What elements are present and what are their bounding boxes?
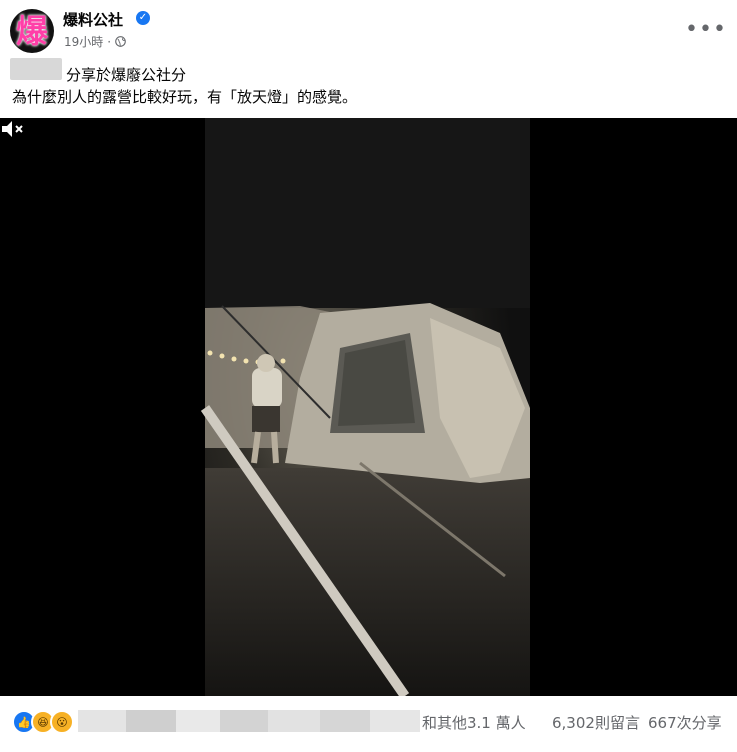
post-header: 爆 爆料公社 ✓ 19小時 · ••• — [0, 0, 737, 60]
page-avatar[interactable]: 爆 — [10, 9, 54, 53]
more-options-button[interactable]: ••• — [685, 14, 726, 44]
avatar-logo-glyph: 爆 — [15, 12, 48, 50]
post-meta: 19小時 · — [64, 33, 126, 50]
reactions-count[interactable]: 和其他3.1 萬人 — [422, 712, 526, 733]
comments-count[interactable]: 6,302則留言 — [552, 712, 640, 733]
reaction-icons[interactable]: 👍 😆 😮 — [12, 710, 74, 734]
video-frame — [200, 118, 530, 696]
volume-muted-icon[interactable] — [0, 118, 26, 140]
verified-badge-icon: ✓ — [136, 11, 150, 25]
post-footer: 👍 😆 😮 和其他3.1 萬人 6,302則留言 667次分享 — [0, 700, 737, 752]
page-name-link[interactable]: 爆料公社 — [63, 9, 123, 30]
post-caption: 為什麼別人的露營比較好玩，有「放天燈」的感覺。 — [12, 88, 358, 106]
globe-icon — [115, 36, 126, 47]
blurred-reactor-names — [78, 710, 420, 732]
wow-icon: 😮 — [50, 710, 74, 734]
shares-count[interactable]: 667次分享 — [648, 712, 722, 733]
shared-from-text: 分享於爆廢公社分 — [66, 66, 187, 84]
post-timestamp[interactable]: 19小時 — [64, 33, 103, 50]
blurred-user-name — [10, 58, 62, 80]
video-player[interactable] — [0, 118, 737, 696]
meta-separator: · — [107, 34, 112, 49]
